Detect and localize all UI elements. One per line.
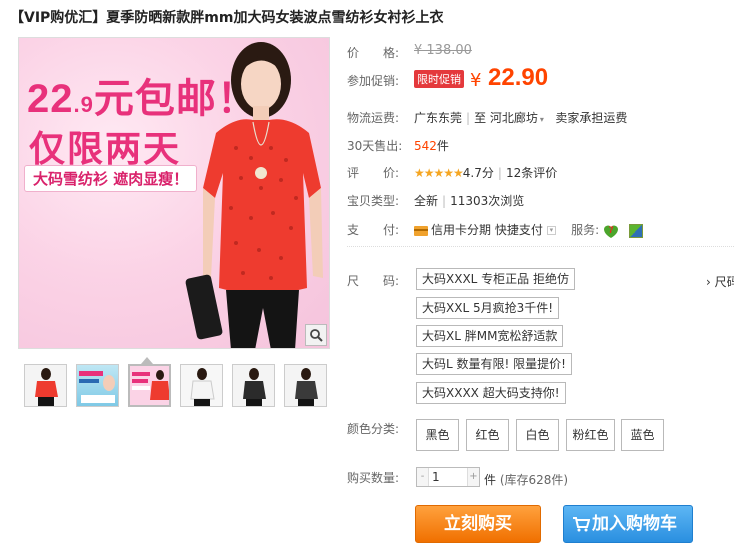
stock-info: 件 (库存628件): [484, 471, 568, 488]
expand-icon[interactable]: ▾: [546, 226, 556, 235]
item-condition: 全新: [414, 194, 439, 208]
guarantee-badge-icon[interactable]: [628, 223, 643, 238]
product-title: 【VIP购优汇】夏季防晒新款胖mm加大码女装波点雪纺衫女衬衫上衣: [10, 10, 444, 26]
cart-icon: [573, 517, 590, 532]
payment-label: 支 付:: [347, 223, 400, 237]
size-option-xl[interactable]: 大码XL 胖MM宽松舒适款: [416, 325, 564, 347]
sales-count: 542: [414, 139, 437, 153]
shipping-label: 物流运费:: [347, 111, 400, 125]
buy-now-button[interactable]: 立刻购买: [415, 505, 541, 543]
shipping-note: 卖家承担运费: [555, 111, 628, 125]
quick-pay-link[interactable]: 快捷支付: [495, 223, 543, 237]
sales-label: 30天售出:: [347, 139, 403, 153]
promo-tagline: 大码雪纺衫 遮肉显瘦！: [25, 166, 197, 191]
quantity-unit: 件: [484, 473, 497, 487]
add-to-cart-label: 加入购物车: [592, 514, 677, 534]
main-product-image[interactable]: 22.9元包邮！ 仅限两天 大码雪纺衫 遮肉显瘦！: [18, 37, 330, 349]
credit-card-icon: [414, 225, 428, 236]
sales-count-row: 542件: [414, 137, 449, 154]
thumb-selected-indicator: [141, 357, 153, 364]
thumbnail-1[interactable]: [24, 364, 67, 407]
service-label: 服务:: [571, 223, 600, 237]
ship-destination-select[interactable]: 河北廊坊: [490, 111, 538, 125]
color-option-red[interactable]: 红色: [466, 419, 509, 451]
color-option-pink[interactable]: 粉红色: [566, 419, 615, 451]
thumbnail-4[interactable]: [180, 364, 223, 407]
quantity-input[interactable]: 1: [429, 468, 467, 486]
view-count: 11303次浏览: [450, 194, 525, 208]
ship-from: 广东东莞: [414, 111, 463, 125]
size-option-xxxx[interactable]: 大码XXXX 超大码支持你!: [416, 382, 566, 404]
sales-unit: 件: [436, 139, 449, 153]
current-price: 22.90: [488, 64, 549, 91]
thumbnail-strip: [24, 364, 327, 407]
seven-day-return-icon[interactable]: 7: [603, 223, 619, 239]
promo-price-big: 22: [27, 77, 74, 121]
shipping-route: 广东东莞 | 至 河北廊坊 ▾ 卖家承担运费: [414, 111, 628, 125]
size-label: 尺 码:: [347, 274, 400, 288]
ship-to-prefix: 至: [474, 111, 487, 125]
quantity-plus-button[interactable]: +: [467, 468, 479, 486]
item-type-label: 宝贝类型:: [347, 194, 400, 208]
color-option-blue[interactable]: 蓝色: [621, 419, 664, 451]
chevron-down-icon[interactable]: ▾: [540, 115, 544, 124]
rating-row: ★★★★★4.7分 | 12条评价: [414, 166, 558, 180]
thumbnail-5[interactable]: [232, 364, 275, 407]
price-label: 价 格:: [347, 46, 400, 60]
promo-label: 参加促销:: [347, 74, 400, 88]
currency-symbol: ¥: [470, 70, 482, 91]
credit-installment-link[interactable]: 信用卡分期: [431, 223, 491, 237]
svg-text:7: 7: [608, 225, 613, 235]
promo-tag-badge: 限时促销: [414, 70, 464, 88]
stock-count: (库存628件): [499, 473, 569, 487]
size-guide-link[interactable]: › 尺码: [706, 273, 734, 290]
zoom-magnifier-icon[interactable]: [305, 324, 327, 346]
payment-row: 信用卡分期 快捷支付 ▾ 服务: 7: [414, 221, 643, 239]
color-label: 颜色分类:: [347, 422, 400, 436]
model-figure: [185, 42, 323, 348]
rating-stars-icon: ★★★★★: [414, 166, 464, 180]
color-option-white[interactable]: 白色: [516, 419, 559, 451]
thumbnail-6[interactable]: [284, 364, 327, 407]
thumbnail-3-selected[interactable]: [128, 364, 171, 407]
size-option-xxxl[interactable]: 大码XXXL 专柜正品 拒绝仿: [416, 268, 575, 290]
original-price: ¥ 138.00: [414, 43, 472, 58]
review-count-link[interactable]: 12条评价: [506, 166, 557, 180]
section-divider: [347, 246, 734, 247]
size-option-l[interactable]: 大码L 数量有限! 限量提价!: [416, 353, 572, 375]
rating-score: 4.7分: [462, 166, 494, 180]
quantity-label: 购买数量:: [347, 471, 400, 485]
color-option-black[interactable]: 黑色: [416, 419, 459, 451]
item-type-row: 全新 | 11303次浏览: [414, 194, 525, 208]
thumbnail-2[interactable]: [76, 364, 119, 407]
quantity-stepper[interactable]: - 1 +: [416, 467, 480, 487]
promo-price-small: .9: [73, 92, 94, 117]
quantity-minus-button[interactable]: -: [417, 468, 429, 486]
promo-limited-text: 仅限两天: [29, 129, 182, 170]
size-option-xxl[interactable]: 大码XXL 5月疯抢3千件!: [416, 297, 560, 319]
rating-label: 评 价:: [347, 166, 400, 180]
add-to-cart-button[interactable]: 加入购物车: [563, 505, 693, 543]
